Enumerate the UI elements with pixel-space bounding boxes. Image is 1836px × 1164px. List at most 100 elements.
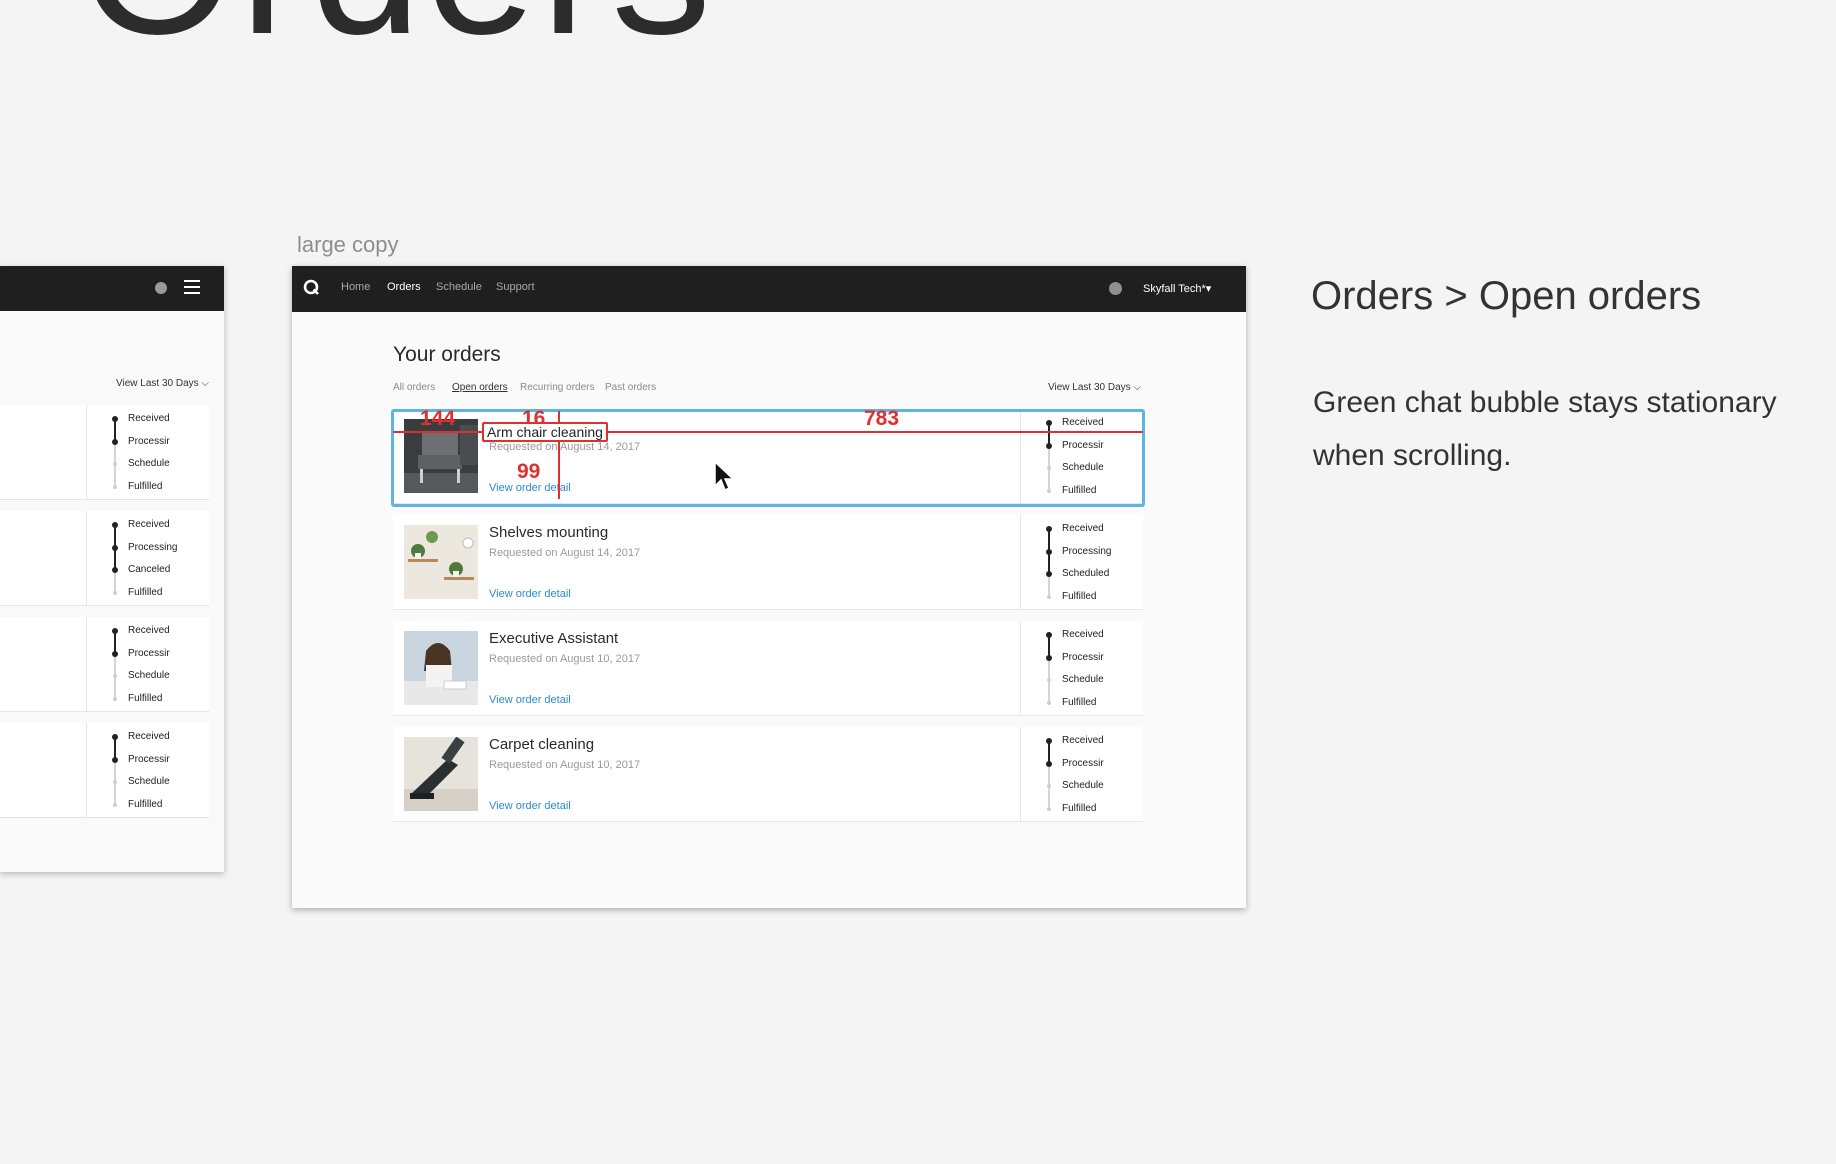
account-menu[interactable]: Skyfall Tech*▾ — [1143, 282, 1211, 295]
brand-logo-icon[interactable] — [303, 279, 319, 295]
order-thumbnail — [404, 525, 478, 599]
chat-bubble-icon[interactable] — [155, 282, 167, 294]
order-thumbnail — [404, 737, 478, 811]
left-range-dropdown[interactable]: View Last 30 Days ⌵ — [116, 378, 209, 389]
timeline-connector — [114, 759, 116, 782]
order-date: Requested on August 10, 2017 — [489, 759, 641, 771]
chat-bubble-icon[interactable] — [1109, 282, 1122, 295]
card-divider — [86, 511, 87, 605]
left-order-card[interactable]: Received Processing Canceled Fulfilled — [0, 511, 209, 606]
timeline-step-label: Schedule — [128, 458, 170, 469]
timeline-step-label: Fulfilled — [1062, 484, 1097, 496]
timeline-step-label: Processir — [128, 435, 170, 447]
timeline-step-label: Processir — [128, 647, 170, 659]
step-complete-dot-icon — [112, 522, 118, 528]
timeline-connector — [1048, 657, 1050, 680]
view-order-detail-link[interactable]: View order detail — [489, 694, 571, 706]
card-divider — [1020, 409, 1021, 503]
timeline-step-label: Received — [1062, 735, 1104, 746]
timeline-step-label: Received — [128, 413, 170, 424]
step-pending-dot-icon — [1047, 466, 1051, 470]
timeline-connector — [114, 570, 116, 593]
left-navbar — [0, 266, 224, 311]
step-complete-dot-icon — [112, 628, 118, 634]
step-pending-dot-icon — [1047, 488, 1051, 493]
step-complete-dot-icon — [112, 416, 118, 422]
timeline-step-label: Schedule — [1062, 780, 1104, 791]
card-divider — [86, 617, 87, 711]
step-pending-dot-icon — [1047, 700, 1051, 705]
timeline-step-label: Schedule — [1062, 674, 1104, 685]
tab-recurring-orders[interactable]: Recurring orders — [520, 382, 594, 393]
timeline-step-label: Processir — [1062, 439, 1104, 451]
tab-open-orders[interactable]: Open orders — [452, 382, 508, 393]
order-date: Requested on August 14, 2017 — [489, 441, 641, 453]
step-complete-dot-icon — [1046, 632, 1052, 638]
step-pending-dot-icon — [113, 462, 117, 466]
step-pending-dot-icon — [113, 590, 117, 595]
left-order-card[interactable]: Received Processir Schedule Fulfilled — [0, 405, 209, 500]
tab-past-orders[interactable]: Past orders — [605, 382, 656, 393]
selection-label: Arm chair cleaning — [482, 422, 608, 442]
timeline-step-label: Fulfilled — [128, 586, 163, 598]
step-complete-dot-icon — [112, 544, 118, 551]
timeline-step-label: Schedule — [128, 670, 170, 681]
timeline-step-label: Received — [1062, 629, 1104, 640]
step-complete-dot-icon — [1046, 526, 1052, 532]
step-pending-dot-icon — [113, 484, 117, 489]
timeline-connector — [114, 464, 116, 487]
timeline-step-label: Canceled — [128, 564, 171, 575]
order-card[interactable]: Carpet cleaning Requested on August 10, 2… — [393, 727, 1143, 822]
nav-link-home[interactable]: Home — [341, 281, 370, 293]
hamburger-menu-icon[interactable] — [184, 280, 200, 294]
step-pending-dot-icon — [1047, 594, 1051, 599]
nav-link-support[interactable]: Support — [496, 281, 535, 293]
step-pending-dot-icon — [113, 802, 117, 807]
timeline-step-label: Fulfilled — [1062, 696, 1097, 708]
page-title: Your orders — [393, 343, 501, 366]
nav-link-orders[interactable]: Orders — [387, 281, 421, 293]
step-pending-dot-icon — [1047, 678, 1051, 682]
order-card[interactable]: Shelves mounting Requested on August 14, … — [393, 515, 1143, 610]
left-order-card[interactable]: Received Processir Schedule Fulfilled — [0, 617, 209, 712]
timeline-step-label: Scheduled — [1062, 568, 1110, 579]
timeline-step-label: Received — [1062, 523, 1104, 534]
timeline-step-label: Fulfilled — [1062, 590, 1097, 602]
page-big-title: Orders — [80, 0, 715, 80]
timeline-step-label: Received — [1062, 417, 1104, 428]
step-complete-dot-icon — [112, 650, 118, 657]
timeline-connector — [114, 676, 116, 699]
order-date: Requested on August 14, 2017 — [489, 547, 641, 559]
card-divider — [86, 405, 87, 499]
step-complete-dot-icon — [1046, 420, 1052, 426]
step-complete-dot-icon — [1046, 760, 1052, 767]
timeline-connector — [1048, 574, 1050, 597]
nav-link-schedule[interactable]: Schedule — [436, 281, 482, 293]
timeline-connector — [1048, 468, 1050, 491]
view-order-detail-link[interactable]: View order detail — [489, 800, 571, 812]
card-divider — [1020, 621, 1021, 715]
timeline-connector — [114, 782, 116, 805]
step-complete-dot-icon — [1046, 442, 1052, 449]
left-order-card[interactable]: Received Processir Schedule Fulfilled — [0, 723, 209, 818]
measure-left: 144 — [420, 407, 456, 430]
step-pending-dot-icon — [1047, 806, 1051, 811]
step-complete-dot-icon — [112, 734, 118, 740]
timeline-step-label: Processir — [1062, 651, 1104, 663]
timeline-step-label: Processir — [1062, 757, 1104, 769]
timeline-step-label: Processing — [1062, 545, 1112, 557]
order-date: Requested on August 10, 2017 — [489, 653, 641, 665]
mouse-cursor-icon — [714, 461, 734, 492]
measure-right: 783 — [864, 407, 900, 430]
step-complete-dot-icon — [1046, 548, 1052, 555]
order-card[interactable]: Executive Assistant Requested on August 1… — [393, 621, 1143, 716]
step-complete-dot-icon — [112, 438, 118, 445]
timeline-connector — [1048, 763, 1050, 786]
measure-bottom: 99 — [517, 460, 541, 483]
view-order-detail-link[interactable]: View order detail — [489, 588, 571, 600]
tab-all-orders[interactable]: All orders — [393, 382, 435, 393]
top-navbar: Home Orders Schedule Support Skyfall Tech*▾ — [292, 266, 1246, 312]
range-dropdown[interactable]: View Last 30 Days ⌵ — [1048, 382, 1141, 393]
step-pending-dot-icon — [113, 780, 117, 784]
step-complete-dot-icon — [1046, 738, 1052, 744]
